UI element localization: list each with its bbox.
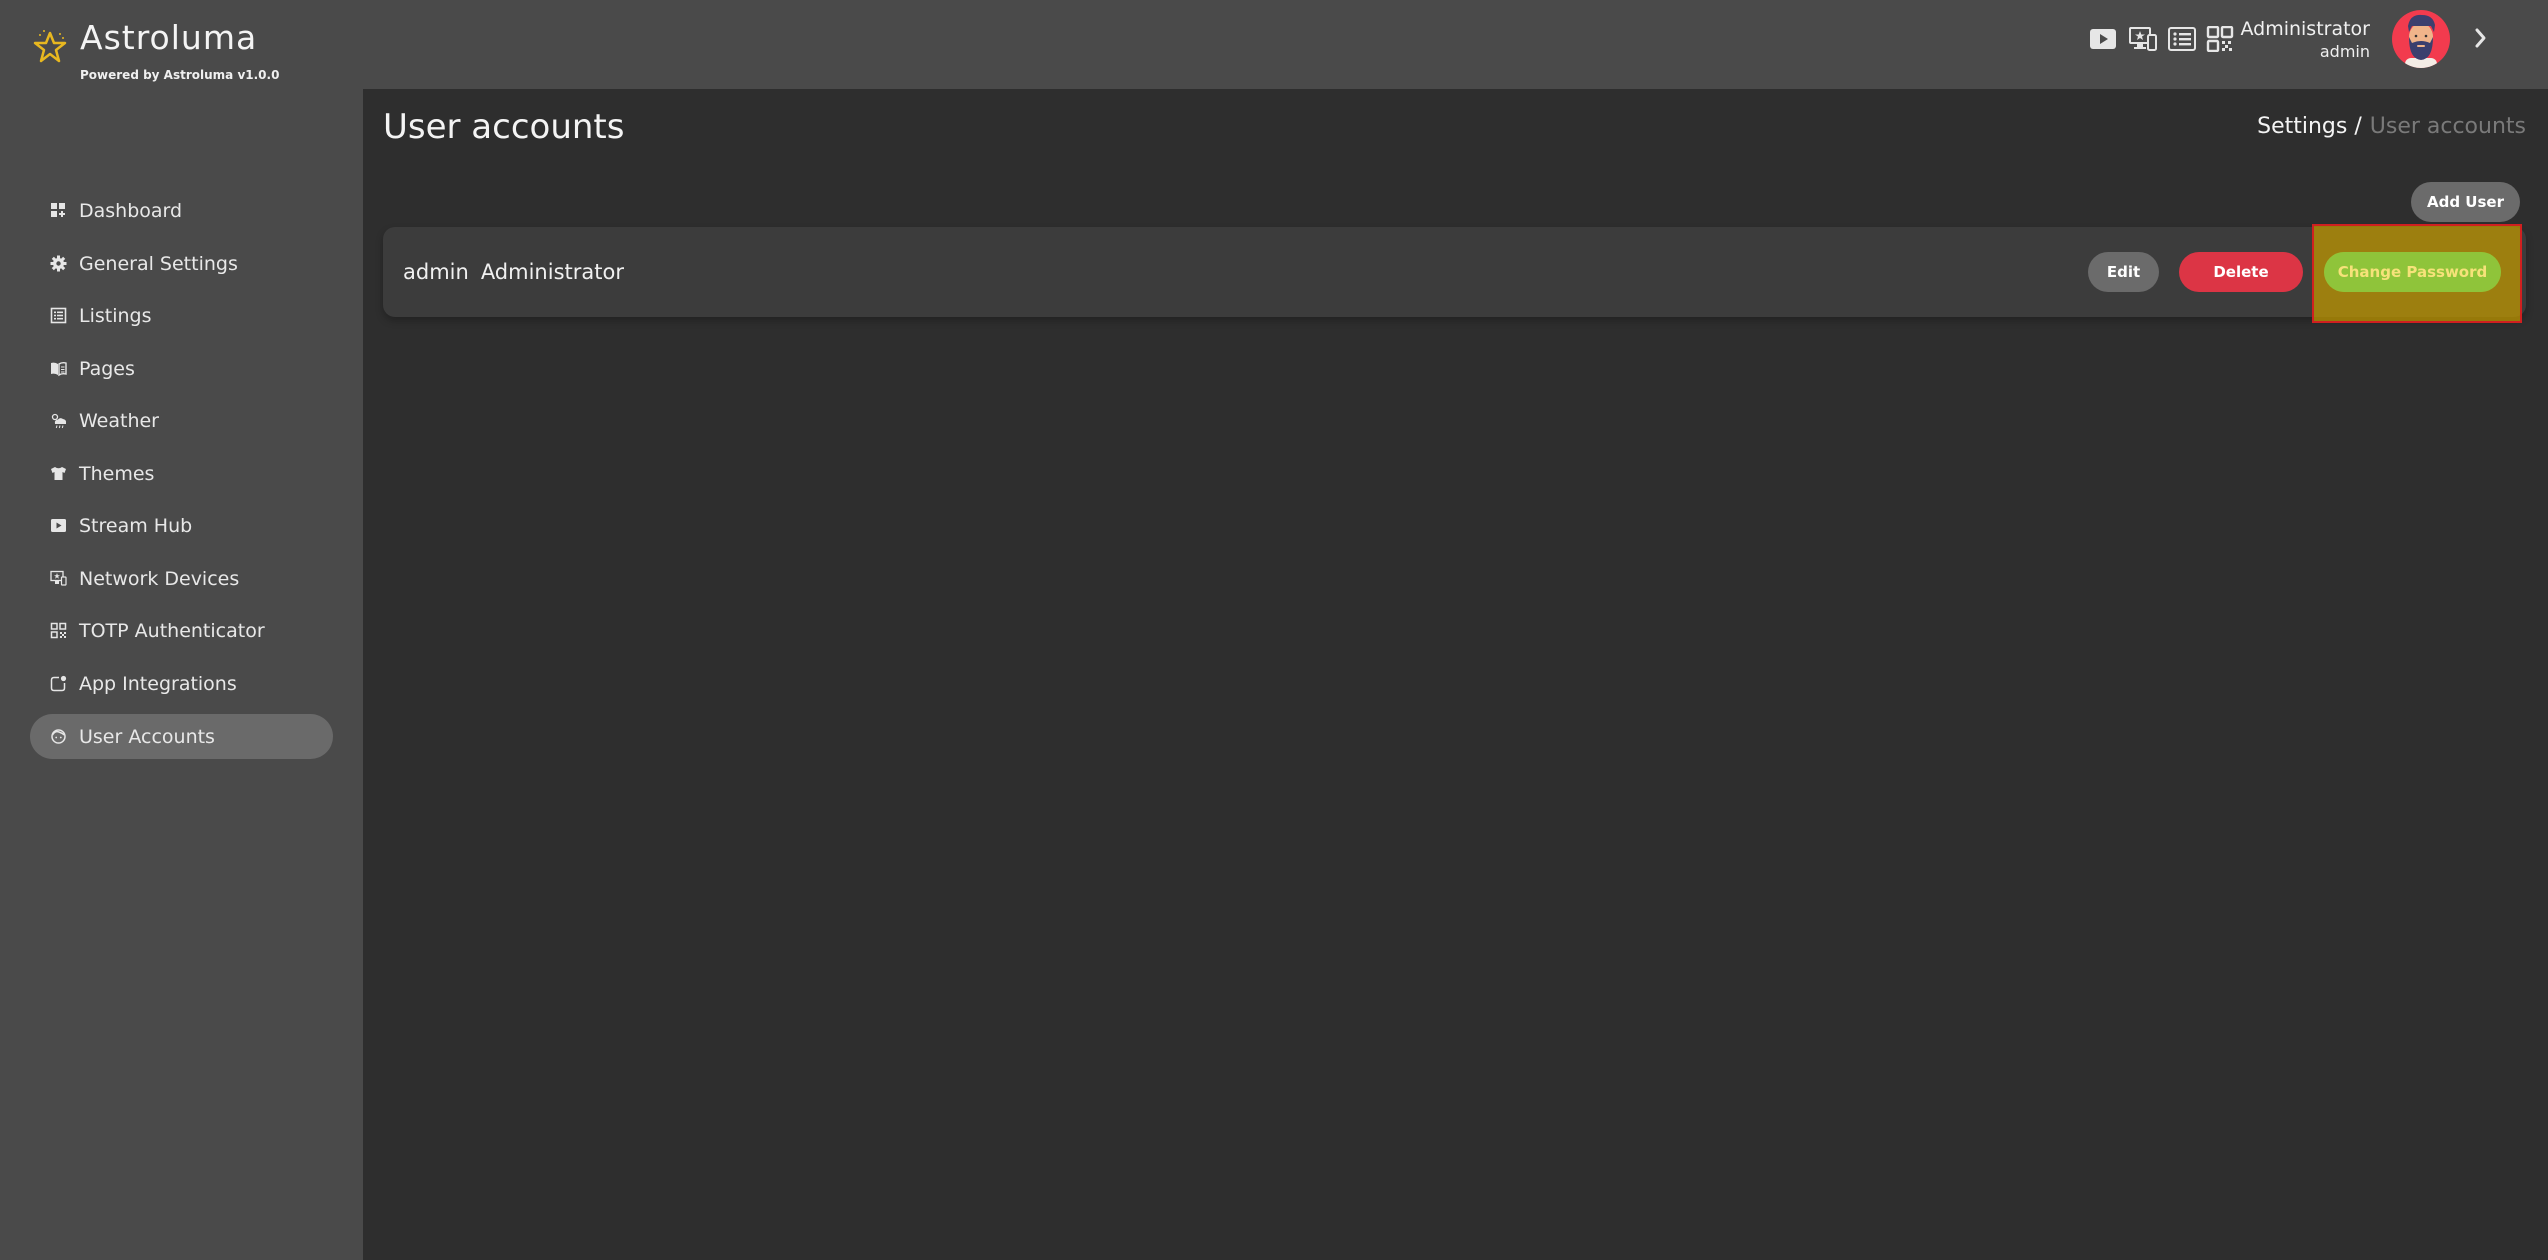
sidebar-item-label: Listings [79, 304, 152, 327]
main-content: User accounts Settings / User accounts Ad… [363, 89, 2548, 1260]
chevron-right-icon[interactable] [2472, 24, 2490, 52]
user-display-name: Administrator [2240, 18, 2370, 40]
delete-button[interactable]: Delete [2179, 252, 2303, 292]
sidebar-item-totp-authenticator[interactable]: TOTP Authenticator [30, 608, 333, 653]
sidebar-item-themes[interactable]: Themes [30, 451, 333, 496]
user-row: admin Administrator Edit Delete Change Pa… [383, 227, 2526, 317]
sidebar-item-general-settings[interactable]: General Settings [30, 241, 333, 286]
user-row-info: admin Administrator [403, 260, 624, 284]
sidebar-item-label: General Settings [79, 252, 238, 275]
sidebar-item-label: TOTP Authenticator [79, 619, 265, 642]
avatar[interactable] [2392, 10, 2450, 68]
shirt-icon [51, 467, 66, 480]
edit-button[interactable]: Edit [2088, 252, 2159, 292]
qr-code-icon[interactable] [2206, 26, 2234, 52]
user-row-username: admin [403, 260, 469, 284]
sidebar-item-label: User Accounts [79, 725, 215, 748]
user-role: admin [2319, 42, 2370, 61]
top-header: Astroluma Powered by Astroluma v1.0.0 Ad… [0, 0, 2548, 89]
gear-icon [50, 255, 67, 272]
breadcrumb-current: User accounts [2369, 114, 2526, 139]
integration-icon [50, 675, 67, 692]
sidebar-item-label: Themes [79, 462, 155, 485]
sidebar-item-stream-hub[interactable]: Stream Hub [30, 503, 333, 548]
dashboard-icon [51, 203, 65, 217]
sidebar-item-pages[interactable]: Pages [30, 346, 333, 391]
sidebar-item-listings[interactable]: Listings [30, 293, 333, 338]
app-title: Astroluma [80, 18, 258, 57]
sidebar-item-network-devices[interactable]: Network Devices [30, 556, 333, 601]
sidebar-item-dashboard[interactable]: Dashboard [30, 188, 333, 233]
user-face-icon [51, 729, 66, 744]
user-row-display-name: Administrator [480, 260, 624, 284]
sidebar-item-label: Pages [79, 357, 135, 380]
device-icon[interactable] [2129, 26, 2157, 52]
weather-icon [51, 413, 67, 429]
sidebar-item-label: Network Devices [79, 567, 240, 590]
add-user-button[interactable]: Add User [2411, 182, 2520, 222]
sidebar-item-label: Weather [79, 409, 159, 432]
listings-icon [50, 307, 67, 324]
list-icon[interactable] [2168, 26, 2196, 52]
sidebar-item-app-integrations[interactable]: App Integrations [30, 661, 333, 706]
avatar-face-icon [2405, 14, 2437, 68]
book-icon [51, 361, 67, 377]
play-icon[interactable] [2089, 26, 2117, 52]
breadcrumb: Settings / User accounts [2257, 114, 2526, 139]
sidebar-item-weather[interactable]: Weather [30, 398, 333, 443]
play-icon [51, 519, 66, 532]
sidebar: Dashboard General Settings Listings Page… [0, 89, 363, 1260]
device-icon [50, 570, 67, 586]
page-title: User accounts [383, 107, 625, 147]
breadcrumb-settings-link[interactable]: Settings / [2257, 114, 2362, 139]
sidebar-item-label: Dashboard [79, 199, 183, 222]
powered-by: Powered by Astroluma v1.0.0 [80, 68, 280, 82]
qr-code-icon [50, 622, 67, 639]
change-password-button[interactable]: Change Password [2324, 252, 2501, 292]
sidebar-item-label: App Integrations [79, 672, 237, 695]
star-icon [33, 30, 67, 63]
sidebar-item-label: Stream Hub [79, 514, 193, 537]
sidebar-item-user-accounts[interactable]: User Accounts [30, 714, 333, 759]
